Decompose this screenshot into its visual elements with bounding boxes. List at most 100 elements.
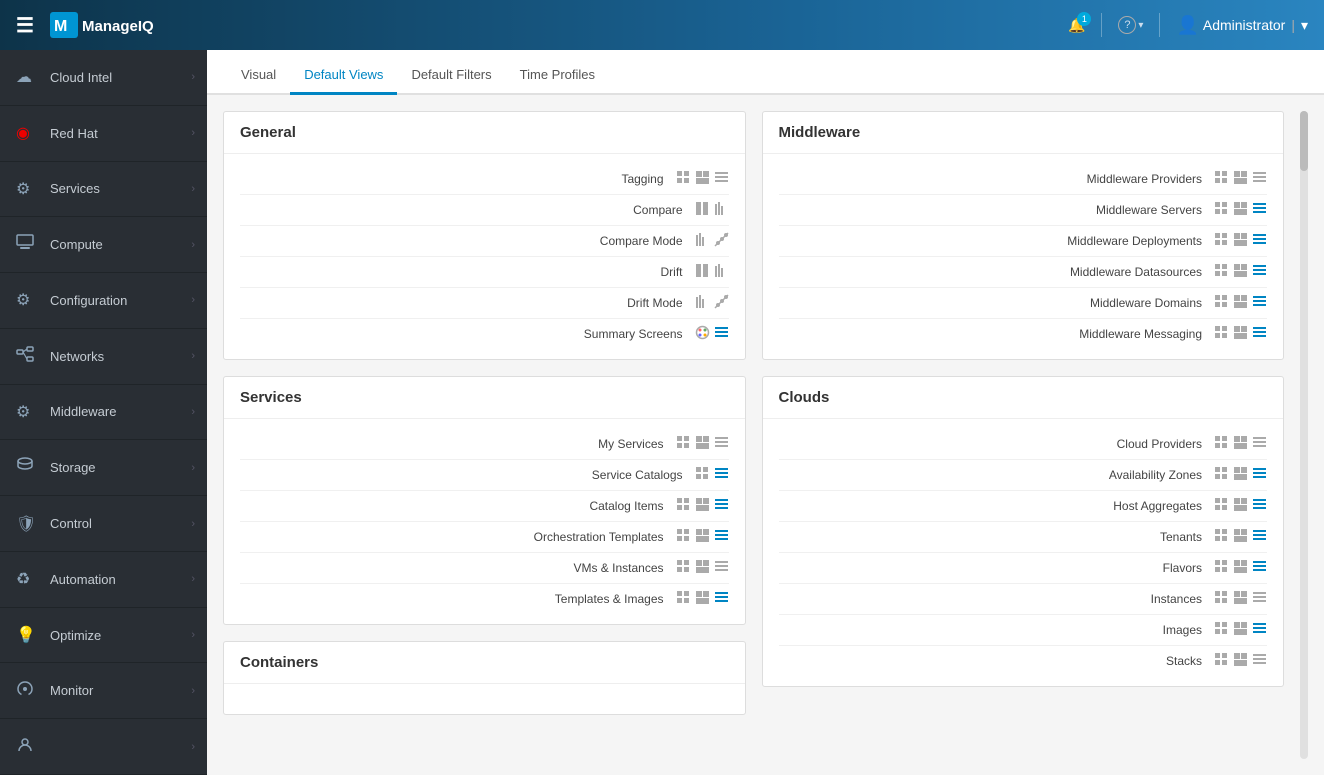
list-ti-icon[interactable] (714, 590, 729, 608)
tab-default-views[interactable]: Default Views (290, 57, 397, 95)
list-ot-icon[interactable] (714, 528, 729, 546)
list-ms-icon[interactable] (714, 435, 729, 453)
sidebar-item-configuration[interactable]: ⚙ Configuration › (0, 273, 207, 329)
help-button[interactable]: ? ▾ (1118, 16, 1143, 34)
bar-icon[interactable] (714, 201, 729, 219)
sidebar-item-compute[interactable]: Compute › (0, 217, 207, 273)
notifications-button[interactable]: 🔔 1 (1068, 17, 1085, 34)
tab-default-filters[interactable]: Default Filters (397, 57, 505, 95)
sidebar-item-storage[interactable]: Storage › (0, 440, 207, 496)
grid4-f-icon[interactable] (1214, 559, 1229, 577)
list-mdom-icon[interactable] (1252, 294, 1267, 312)
grid4-cp-icon[interactable] (1214, 435, 1229, 453)
sidebar-item-red-hat[interactable]: ◉ Red Hat › (0, 106, 207, 162)
sidebar-item-cloud-intel[interactable]: ☁ Cloud Intel › (0, 50, 207, 106)
grid2-ha-icon[interactable] (1233, 497, 1248, 515)
tab-visual[interactable]: Visual (227, 57, 290, 95)
grid2-t-icon[interactable] (1233, 528, 1248, 546)
list-ci-icon[interactable] (714, 497, 729, 515)
bar4-icon[interactable] (695, 294, 710, 312)
list-s-icon[interactable] (1252, 652, 1267, 670)
grid4-mm-icon[interactable] (1214, 325, 1229, 343)
user-menu[interactable]: 👤 Administrator | ▾ (1176, 15, 1308, 36)
sidebar-item-extra[interactable]: › (0, 719, 207, 775)
sidebar-item-networks[interactable]: Networks › (0, 329, 207, 385)
grid4-icon[interactable] (676, 170, 691, 188)
vms-instances-label: VMs & Instances (240, 561, 676, 575)
tab-time-profiles[interactable]: Time Profiles (506, 57, 609, 95)
list-mm-icon[interactable] (1252, 325, 1267, 343)
list-az-icon[interactable] (1252, 466, 1267, 484)
user-dropdown-arrow: ▾ (1301, 17, 1308, 34)
grid4-ot-icon[interactable] (676, 528, 691, 546)
grid4-mdom-icon[interactable] (1214, 294, 1229, 312)
bar3-icon[interactable] (714, 263, 729, 281)
col2-icon[interactable] (695, 201, 710, 219)
grid2-i-icon[interactable] (1233, 590, 1248, 608)
list-ha-icon[interactable] (1252, 497, 1267, 515)
grid2-mm-icon[interactable] (1233, 325, 1248, 343)
list-i-icon[interactable] (1252, 590, 1267, 608)
grid2-az-icon[interactable] (1233, 466, 1248, 484)
col2b-icon[interactable] (695, 263, 710, 281)
bar2-icon[interactable] (695, 232, 710, 250)
grid2-mds-icon[interactable] (1233, 263, 1248, 281)
scatter-icon[interactable] (714, 232, 729, 250)
list-mp-icon[interactable] (1252, 170, 1267, 188)
grid2-ci-icon[interactable] (695, 497, 710, 515)
grid4-ms-icon[interactable] (676, 435, 691, 453)
list-f-icon[interactable] (1252, 559, 1267, 577)
middleware-datasources-row: Middleware Datasources (779, 257, 1268, 288)
list-t-icon[interactable] (1252, 528, 1267, 546)
list-vi-icon[interactable] (714, 559, 729, 577)
grid2-img-icon[interactable] (1233, 621, 1248, 639)
grid2-mp-icon[interactable] (1233, 170, 1248, 188)
grid4-i-icon[interactable] (1214, 590, 1229, 608)
grid4-t-icon[interactable] (1214, 528, 1229, 546)
list-sc-icon[interactable] (714, 466, 729, 484)
list-ms2-icon[interactable] (1252, 201, 1267, 219)
list-icon[interactable] (714, 170, 729, 188)
grid4-ms2-icon[interactable] (1214, 201, 1229, 219)
list-active-icon[interactable] (714, 325, 729, 343)
hamburger-icon[interactable]: ☰ (16, 13, 34, 38)
grid2-s-icon[interactable] (1233, 652, 1248, 670)
grid4-ha-icon[interactable] (1214, 497, 1229, 515)
grid2-mdom-icon[interactable] (1233, 294, 1248, 312)
grid4-s-icon[interactable] (1214, 652, 1229, 670)
grid4-mp-icon[interactable] (1214, 170, 1229, 188)
list-img-icon[interactable] (1252, 621, 1267, 639)
sidebar-item-optimize[interactable]: 💡 Optimize › (0, 608, 207, 664)
grid2-md-icon[interactable] (1233, 232, 1248, 250)
sidebar-item-services[interactable]: ⚙ Services › (0, 162, 207, 218)
chevron-right-icon: › (191, 183, 195, 195)
grid2-ot-icon[interactable] (695, 528, 710, 546)
palette-icon[interactable] (695, 325, 710, 343)
chevron-right-icon: › (191, 462, 195, 474)
scatter2-icon[interactable] (714, 294, 729, 312)
list-mds-icon[interactable] (1252, 263, 1267, 281)
scrollbar[interactable] (1300, 111, 1308, 759)
grid2-icon[interactable] (695, 170, 710, 188)
sidebar-item-monitor[interactable]: Monitor › (0, 663, 207, 719)
grid2-ti-icon[interactable] (695, 590, 710, 608)
grid2-ms-icon[interactable] (695, 435, 710, 453)
grid4-md-icon[interactable] (1214, 232, 1229, 250)
sidebar-item-control[interactable]: 🛡 Control › (0, 496, 207, 552)
grid4-mds-icon[interactable] (1214, 263, 1229, 281)
list-md-icon[interactable] (1252, 232, 1267, 250)
sidebar-item-middleware[interactable]: ⚙ Middleware › (0, 385, 207, 441)
grid4-az-icon[interactable] (1214, 466, 1229, 484)
grid4-img-icon[interactable] (1214, 621, 1229, 639)
grid2-vi-icon[interactable] (695, 559, 710, 577)
grid4-vi-icon[interactable] (676, 559, 691, 577)
grid4-sc-icon[interactable] (695, 466, 710, 484)
middleware-servers-icons (1214, 201, 1267, 219)
grid2-cp-icon[interactable] (1233, 435, 1248, 453)
list-cp-icon[interactable] (1252, 435, 1267, 453)
grid2-f-icon[interactable] (1233, 559, 1248, 577)
grid4-ci-icon[interactable] (676, 497, 691, 515)
grid4-ti-icon[interactable] (676, 590, 691, 608)
grid2-ms2-icon[interactable] (1233, 201, 1248, 219)
sidebar-item-automation[interactable]: ♻ Automation › (0, 552, 207, 608)
